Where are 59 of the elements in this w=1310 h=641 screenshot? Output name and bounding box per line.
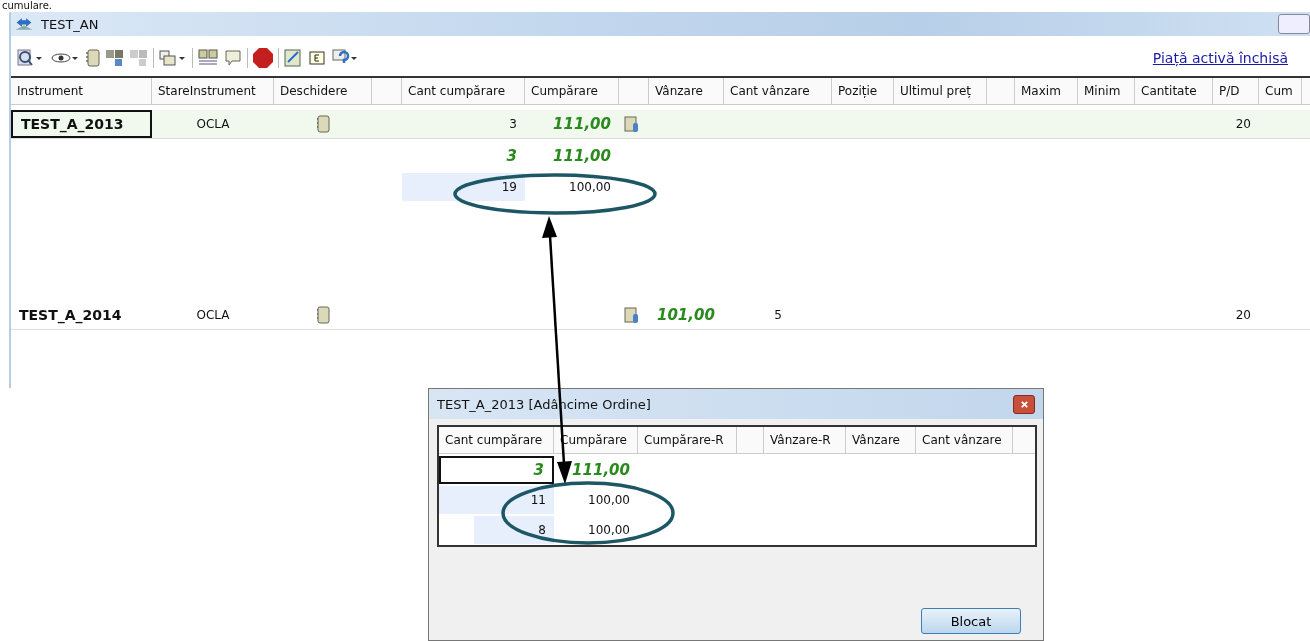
instrument-name: TEST_A_2014 — [19, 307, 122, 323]
speech-bubble-icon[interactable] — [223, 48, 243, 68]
instrument-row[interactable]: TEST_A_2013 OCLA 3 111,00 20 — [11, 110, 1310, 139]
bid-quantity: 19 — [501, 180, 517, 194]
column-header[interactable]: Cant cumpărare — [402, 78, 525, 104]
column-header[interactable]: Cant vânzare — [916, 427, 1013, 453]
close-icon — [1019, 399, 1029, 409]
column-header[interactable]: Poziție — [832, 78, 894, 104]
column-header[interactable]: Ultimul preț — [894, 78, 987, 104]
search-icon[interactable] — [15, 48, 45, 68]
ask-price: 101,00 — [657, 306, 715, 324]
window-title: TEST_AN — [41, 16, 99, 32]
column-header[interactable]: Cant cumpărare — [439, 427, 554, 453]
column-header[interactable]: Minim — [1078, 78, 1135, 104]
column-header[interactable]: Cumpărare — [525, 78, 619, 104]
bid-quantity: 3 — [509, 117, 517, 131]
column-header[interactable]: Cant vânzare — [724, 78, 832, 104]
column-header[interactable]: Deschidere — [274, 78, 372, 104]
column-header[interactable]: Maxim — [1015, 78, 1078, 104]
market-status-link[interactable]: Piață activă închisă — [1152, 50, 1288, 66]
clipboard-icon[interactable] — [623, 115, 641, 133]
folders-icon[interactable] — [158, 48, 188, 68]
instrument-name: TEST_A_2013 — [21, 116, 124, 132]
bid-quantity: 3 — [506, 147, 517, 165]
clipboard-icon[interactable] — [623, 306, 641, 324]
column-header[interactable]: Instrument — [11, 78, 152, 104]
column-header[interactable]: Vânzare — [846, 427, 916, 453]
pd-value: 20 — [1235, 308, 1251, 322]
bid-price: 111,00 — [553, 115, 611, 133]
minimize-button[interactable] — [1278, 14, 1310, 34]
pd-value: 20 — [1235, 117, 1251, 131]
price-cell-text: 111,00 — [571, 460, 631, 481]
instrument-state: OCLA — [196, 308, 230, 322]
ask-quantity: 5 — [774, 308, 782, 322]
column-header[interactable]: P/D — [1213, 78, 1259, 104]
stop-icon[interactable] — [252, 47, 274, 69]
column-header[interactable]: Vânzare — [649, 78, 724, 104]
quantity-cell[interactable]: 11 — [439, 486, 554, 514]
bid-price: 111,00 — [553, 147, 611, 165]
column-header[interactable]: Cumpărare-R — [638, 427, 737, 453]
depth-row[interactable]: 19 100,00 — [11, 173, 1310, 201]
instrument-state: OCLA — [196, 117, 230, 131]
arrows-icon — [13, 15, 35, 33]
price-cell-text: 100,00 — [587, 522, 631, 539]
depth-row[interactable]: 3 111,00 — [11, 142, 1310, 170]
column-header[interactable]: Vânzare-R — [764, 427, 846, 453]
edit-icon[interactable] — [283, 48, 303, 68]
columns-icon[interactable] — [197, 48, 219, 68]
column-header[interactable]: Cantitate — [1135, 78, 1213, 104]
close-button[interactable] — [1013, 394, 1035, 414]
quantity-cell[interactable]: 3 — [439, 456, 554, 484]
instrument-row[interactable]: TEST_A_2014 OCLA 101,00 5 20 — [11, 301, 1310, 330]
caption-text: cumulare. — [1, 0, 54, 12]
locked-button[interactable]: Blocat — [921, 608, 1021, 634]
bid-price: 100,00 — [569, 180, 611, 194]
e-icon[interactable] — [307, 48, 327, 68]
price-cell-text: 100,00 — [587, 492, 631, 509]
column-header[interactable]: Cum — [1259, 78, 1302, 104]
column-header[interactable]: StareInstrument — [152, 78, 274, 104]
